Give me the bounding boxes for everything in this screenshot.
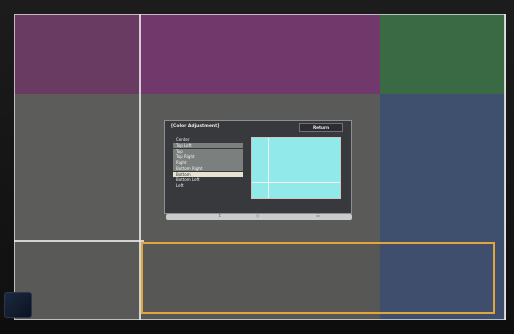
grid-divider-horizontal — [14, 240, 144, 242]
remote-device-icon — [4, 292, 32, 318]
menu-navigation-bar: ↕ ◇ ☰ — [166, 214, 352, 220]
preview-divider-vertical — [268, 138, 269, 198]
menu-item-bottom-right[interactable]: Bottom Right — [173, 165, 243, 172]
menu-item-top-right[interactable]: Top Right — [173, 154, 243, 160]
menu-item-bottom-left[interactable]: Bottom Left — [173, 177, 243, 182]
menu-item-top[interactable]: Top — [173, 148, 243, 154]
select-icon: ↕ — [218, 214, 222, 219]
menu-item-top-left[interactable]: Top Left — [173, 142, 243, 149]
grid-divider-vertical-right — [504, 14, 506, 320]
menu-item-bottom[interactable]: Bottom — [173, 171, 243, 178]
color-adjustment-menu: [Color Adjustment] Return Center Top Lef… — [164, 120, 352, 214]
menu-title: [Color Adjustment] — [171, 124, 220, 129]
selected-zone-highlight — [141, 242, 495, 314]
enter-icon: ◇ — [256, 214, 260, 219]
menu-item-left[interactable]: Left — [173, 183, 243, 188]
zone-list: Center Top Left Top Top Right Right Bott… — [173, 137, 243, 189]
zone-preview — [251, 137, 341, 199]
room-background: [Color Adjustment] Return Center Top Lef… — [0, 0, 514, 334]
menu-item-right[interactable]: Right — [173, 160, 243, 166]
floor — [0, 320, 514, 334]
preview-divider-horizontal — [252, 182, 340, 183]
projected-screen: [Color Adjustment] Return Center Top Lef… — [14, 14, 506, 320]
menu-item-center[interactable]: Center — [173, 137, 243, 142]
menu-icon: ☰ — [316, 214, 321, 219]
return-button[interactable]: Return — [299, 123, 343, 132]
